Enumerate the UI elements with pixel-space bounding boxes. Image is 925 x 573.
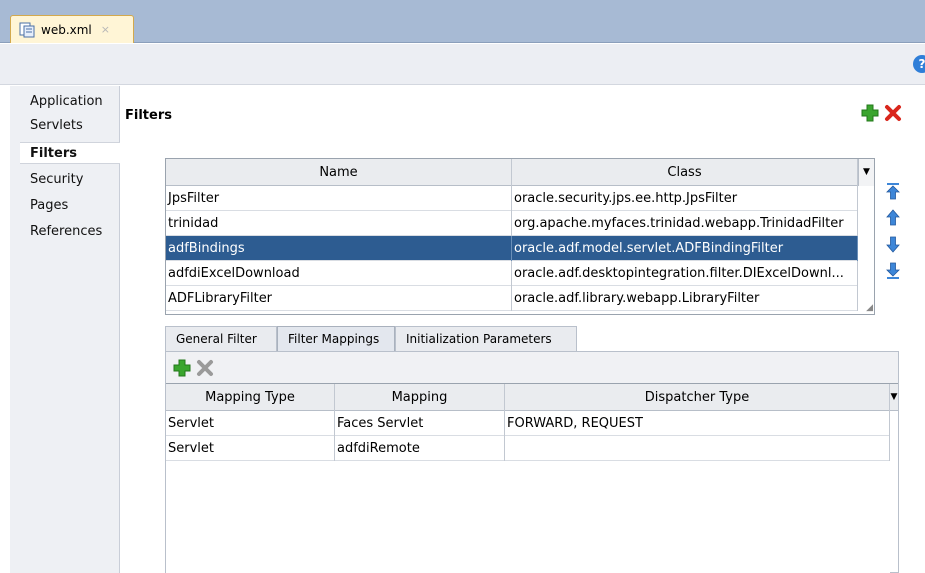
mapping-type-cell[interactable]: Servlet bbox=[166, 411, 335, 436]
help-icon[interactable]: ? bbox=[913, 55, 925, 73]
filter-class-cell[interactable]: oracle.adf.library.webapp.LibraryFilter bbox=[512, 286, 858, 311]
move-to-top-icon[interactable] bbox=[885, 182, 901, 202]
close-icon[interactable]: × bbox=[101, 23, 110, 36]
section-title: Filters bbox=[125, 108, 172, 123]
filters-table: Name Class ▼ JpsFilter oracle.security.j… bbox=[165, 158, 875, 315]
column-header-dispatcher-type[interactable]: Dispatcher Type bbox=[505, 384, 890, 411]
filter-name-cell[interactable]: trinidad bbox=[166, 211, 512, 236]
tab-general-filter[interactable]: General Filter bbox=[165, 326, 277, 352]
sidebar-item-pages[interactable]: Pages bbox=[30, 198, 68, 213]
tab-label: web.xml bbox=[41, 22, 92, 37]
resize-grip-icon[interactable]: ◢ bbox=[866, 303, 873, 313]
dispatcher-type-cell[interactable] bbox=[505, 436, 890, 461]
table-row[interactable]: ADFLibraryFilter oracle.adf.library.weba… bbox=[166, 286, 858, 311]
overview-sidebar: Application Servlets Filters Security Pa… bbox=[10, 86, 120, 573]
move-up-icon[interactable] bbox=[885, 208, 901, 228]
table-row[interactable]: Servlet adfdiRemote bbox=[166, 436, 890, 461]
sidebar-item-security[interactable]: Security bbox=[30, 172, 83, 187]
delete-mapping-icon[interactable] bbox=[196, 359, 214, 377]
filter-class-cell[interactable]: org.apache.myfaces.trinidad.webapp.Trini… bbox=[512, 211, 858, 236]
mappings-empty-area bbox=[166, 462, 890, 573]
mappings-column-chooser-dropdown[interactable]: ▼ bbox=[890, 384, 898, 411]
column-header-name[interactable]: Name bbox=[166, 159, 512, 186]
table-row[interactable]: adfdiExcelDownload oracle.adf.desktopint… bbox=[166, 261, 858, 286]
table-row[interactable]: JpsFilter oracle.security.jps.ee.http.Jp… bbox=[166, 186, 858, 211]
filter-class-cell[interactable]: oracle.adf.desktopintegration.filter.DIE… bbox=[512, 261, 858, 286]
filter-class-cell[interactable]: oracle.security.jps.ee.http.JpsFilter bbox=[512, 186, 858, 211]
table-row[interactable]: trinidad org.apache.myfaces.trinidad.web… bbox=[166, 211, 858, 236]
column-chooser-dropdown[interactable]: ▼ bbox=[858, 159, 874, 186]
table-row-selected[interactable]: adfBindings oracle.adf.model.servlet.ADF… bbox=[166, 236, 858, 261]
add-filter-icon[interactable] bbox=[860, 103, 880, 123]
filter-mappings-panel: Mapping Type Mapping Dispatcher Type ▼ S… bbox=[165, 351, 899, 573]
table-row[interactable]: Servlet Faces Servlet FORWARD, REQUEST bbox=[166, 411, 890, 436]
mappings-table: Mapping Type Mapping Dispatcher Type ▼ S… bbox=[166, 383, 898, 573]
delete-filter-icon[interactable] bbox=[884, 104, 902, 122]
move-to-bottom-icon[interactable] bbox=[885, 260, 901, 280]
sidebar-item-filters[interactable]: Filters bbox=[30, 146, 77, 161]
mapping-type-cell[interactable]: Servlet bbox=[166, 436, 335, 461]
move-down-icon[interactable] bbox=[885, 234, 901, 254]
filter-name-cell[interactable]: adfBindings bbox=[166, 236, 512, 261]
sidebar-item-references[interactable]: References bbox=[30, 224, 102, 239]
column-header-class[interactable]: Class bbox=[512, 159, 858, 186]
mapping-cell[interactable]: adfdiRemote bbox=[335, 436, 505, 461]
filter-class-cell[interactable]: oracle.adf.model.servlet.ADFBindingFilte… bbox=[512, 236, 858, 261]
editor-tab-bar: web.xml × bbox=[0, 0, 925, 43]
mappings-table-header: Mapping Type Mapping Dispatcher Type ▼ bbox=[166, 384, 898, 411]
column-header-mapping-type[interactable]: Mapping Type bbox=[166, 384, 335, 411]
filter-name-cell[interactable]: ADFLibraryFilter bbox=[166, 286, 512, 311]
add-mapping-icon[interactable] bbox=[172, 358, 192, 378]
column-header-mapping[interactable]: Mapping bbox=[335, 384, 505, 411]
dispatcher-type-cell[interactable]: FORWARD, REQUEST bbox=[505, 411, 890, 436]
tab-filter-mappings[interactable]: Filter Mappings bbox=[277, 326, 395, 352]
filter-name-cell[interactable]: adfdiExcelDownload bbox=[166, 261, 512, 286]
xml-file-icon bbox=[19, 22, 35, 38]
web-xml-tab[interactable]: web.xml × bbox=[10, 15, 134, 43]
sidebar-item-application[interactable]: Application bbox=[30, 94, 103, 109]
tab-initialization-parameters[interactable]: Initialization Parameters bbox=[395, 326, 577, 352]
filters-page: Filters Name Class ▼ JpsFilter oracle.se… bbox=[121, 86, 925, 573]
editor-toolbar: ? bbox=[0, 44, 925, 85]
filters-table-header: Name Class ▼ bbox=[166, 159, 874, 186]
filter-name-cell[interactable]: JpsFilter bbox=[166, 186, 512, 211]
mapping-cell[interactable]: Faces Servlet bbox=[335, 411, 505, 436]
sidebar-item-servlets[interactable]: Servlets bbox=[30, 118, 83, 133]
